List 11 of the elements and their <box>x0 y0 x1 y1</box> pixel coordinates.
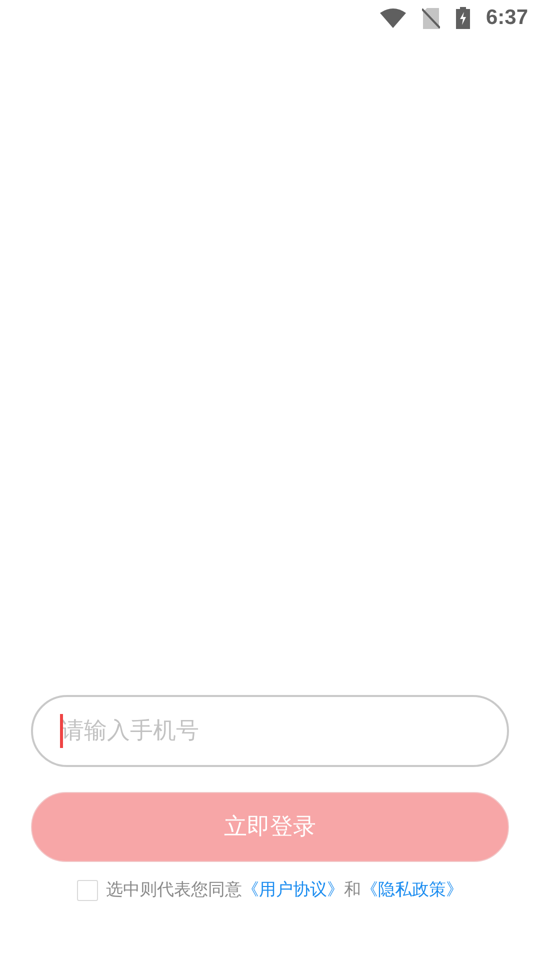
user-agreement-link[interactable]: 《用户协议》 <box>242 878 344 904</box>
status-time: 6:37 <box>486 5 528 32</box>
battery-charging-icon <box>456 7 470 29</box>
login-button[interactable]: 立即登录 <box>31 792 509 862</box>
agreement-text: 和 <box>344 878 361 902</box>
privacy-policy-link[interactable]: 《隐私政策》 <box>361 878 463 904</box>
no-sim-icon <box>422 8 440 28</box>
agreement-checkbox[interactable] <box>77 880 98 901</box>
agreement-text: 选中则代表您同意 <box>106 878 242 902</box>
phone-input-field[interactable]: 请输入手机号 <box>31 695 509 767</box>
wifi-icon <box>380 8 406 28</box>
